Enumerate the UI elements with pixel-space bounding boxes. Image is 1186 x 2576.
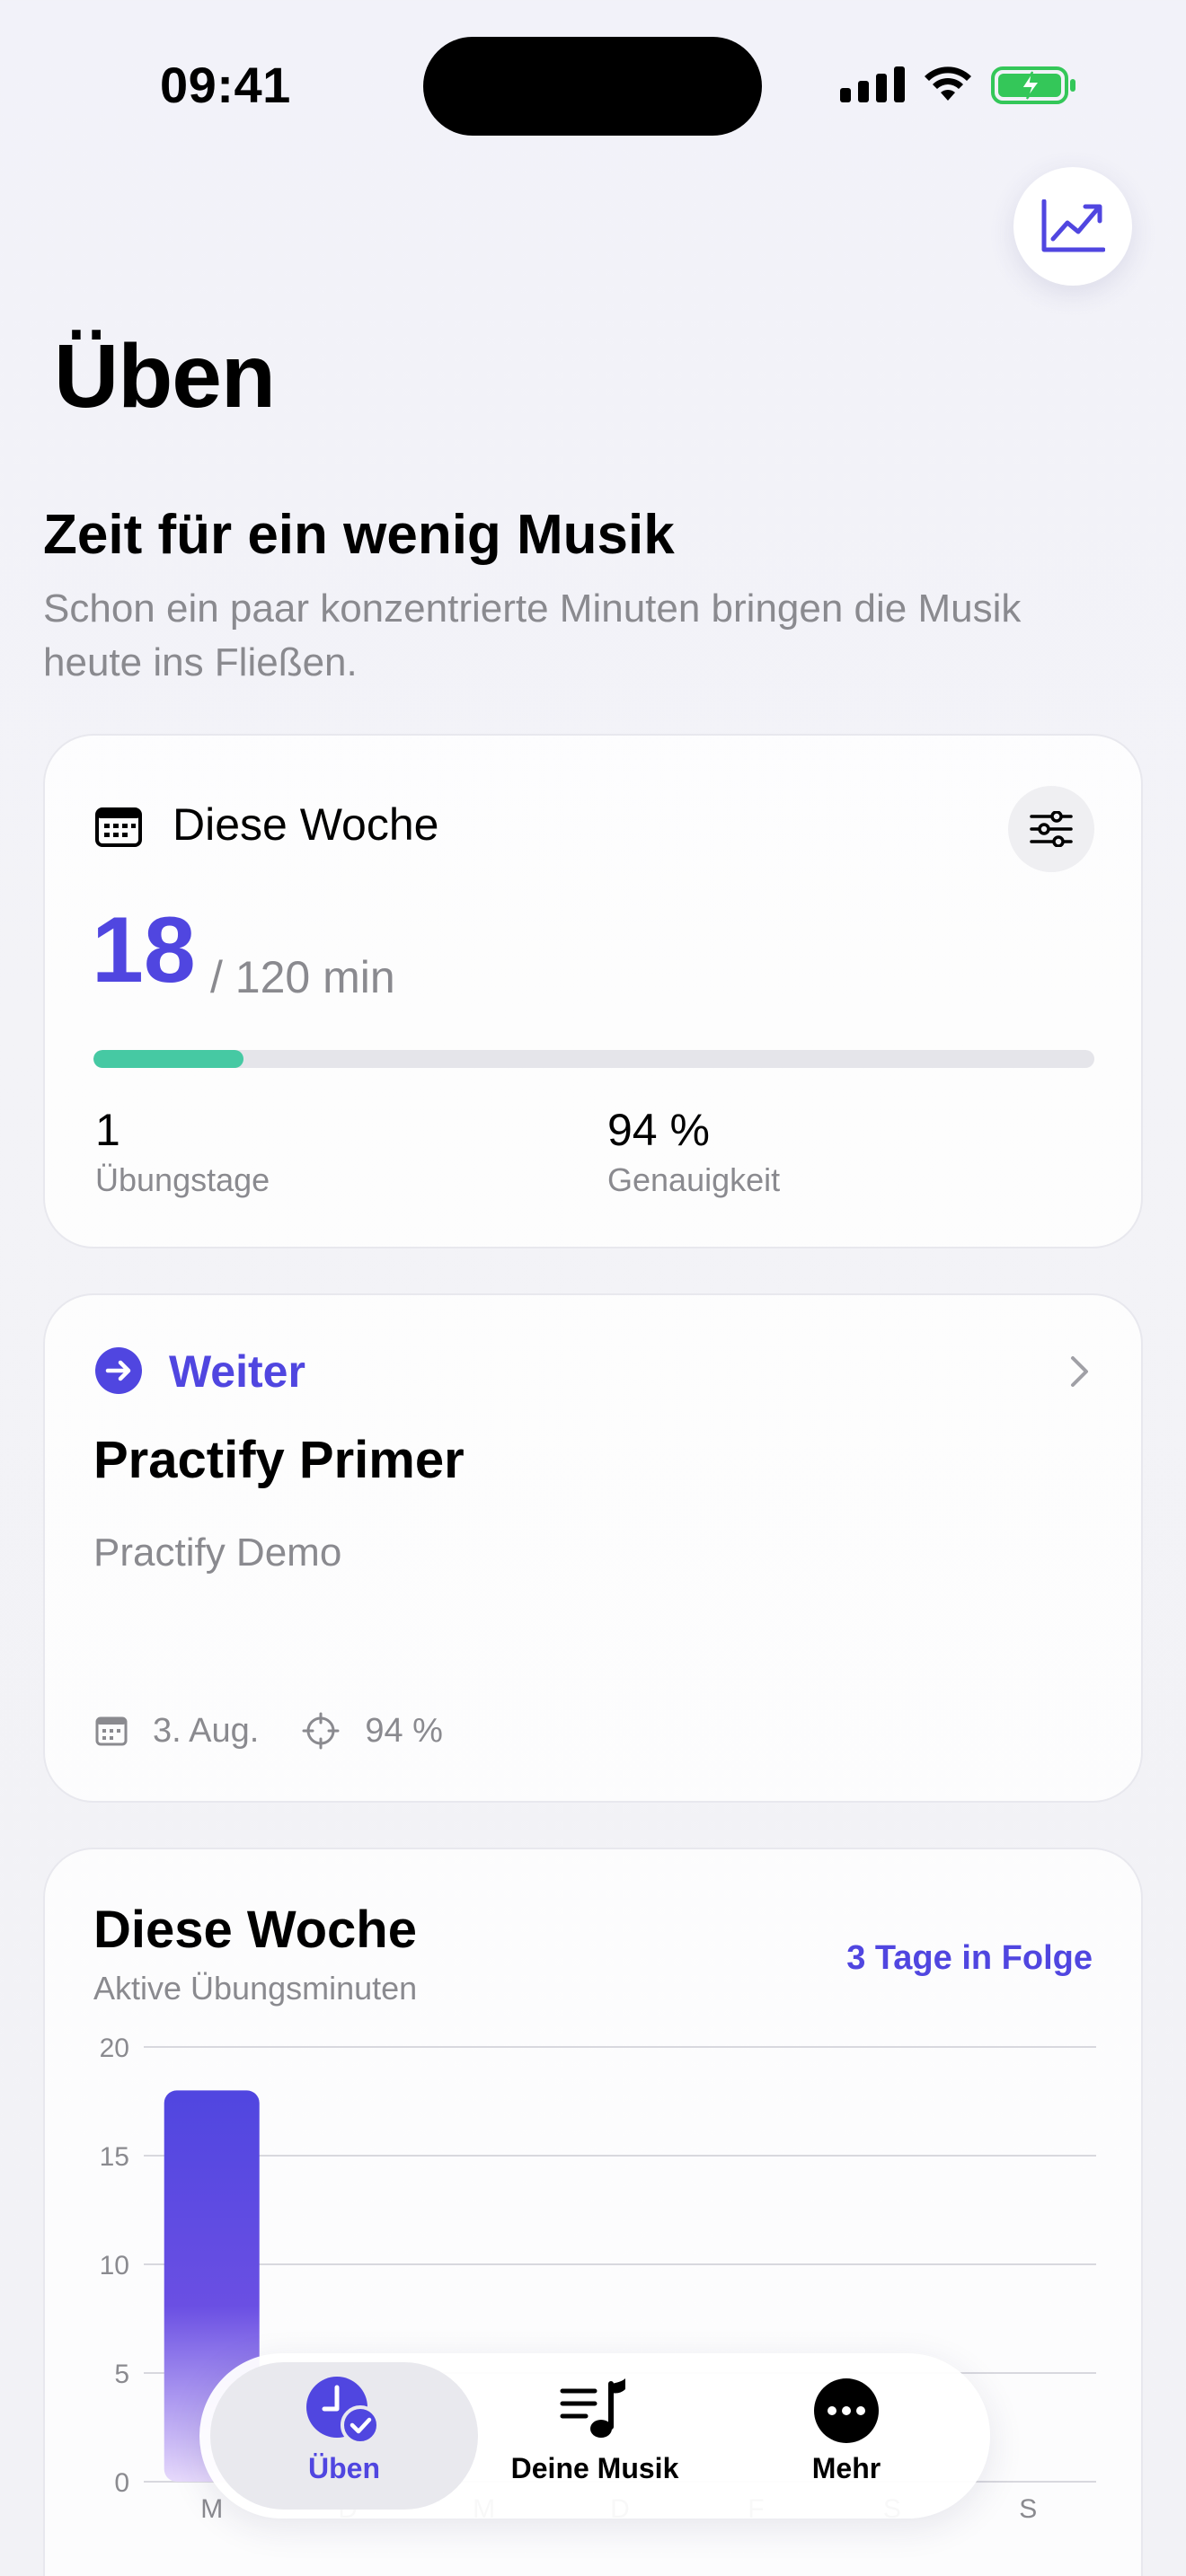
dynamic-island xyxy=(423,37,762,136)
statistics-button[interactable] xyxy=(1013,167,1132,286)
chevron-right-icon xyxy=(1071,1356,1088,1387)
hero-title: Zeit für ein wenig Musik xyxy=(43,504,675,566)
tab-more[interactable]: Mehr xyxy=(739,2362,954,2510)
wifi-icon xyxy=(925,66,971,101)
y-tick-label: 20 xyxy=(100,2033,129,2063)
calendar-icon xyxy=(95,807,142,847)
piece-meta: 3. Aug. 94 % xyxy=(95,1708,443,1753)
continue-card[interactable]: Weiter Practify Primer Practify Demo 3. … xyxy=(43,1293,1143,1803)
page-title: Üben xyxy=(54,326,276,427)
y-tick-label: 0 xyxy=(114,2468,129,2498)
sliders-icon xyxy=(1030,811,1073,847)
hero-subtitle: Schon ein paar konzentrierte Minuten bri… xyxy=(43,582,1121,690)
calendar-icon xyxy=(95,1716,128,1746)
status-time: 09:41 xyxy=(160,57,291,113)
tab-label: Mehr xyxy=(811,2452,881,2484)
practice-clock-check-icon xyxy=(306,2377,380,2445)
practice-days-value: 1 xyxy=(95,1105,120,1155)
last-practice-date: 3. Aug. xyxy=(153,1711,260,1750)
tab-practice[interactable]: Üben xyxy=(210,2362,478,2510)
chart-trend-icon xyxy=(1041,199,1105,252)
y-tick-label: 5 xyxy=(114,2360,129,2389)
battery-charging-icon xyxy=(991,66,1075,104)
status-icons xyxy=(840,63,1078,108)
piece-accuracy: 94 % xyxy=(365,1711,443,1750)
week-card-title: Diese Woche xyxy=(173,799,439,850)
minutes-practiced: 18 xyxy=(92,898,196,1002)
hero-subtitle-line: Schon ein paar konzentrierte Minuten bri… xyxy=(43,587,1022,631)
arrow-right-circle-icon xyxy=(95,1347,142,1394)
x-tick-label: M xyxy=(200,2494,223,2524)
accuracy-value: 94 % xyxy=(607,1105,710,1155)
tab-bar: Üben Deine Musik Mehr xyxy=(199,2353,990,2519)
x-tick-label: S xyxy=(1019,2494,1037,2524)
y-tick-label: 10 xyxy=(100,2251,129,2280)
minutes-goal: / 120 min xyxy=(210,952,395,1002)
tab-label: Üben xyxy=(308,2452,380,2484)
tab-label: Deine Musik xyxy=(510,2452,679,2484)
piece-subtitle: Practify Demo xyxy=(93,1531,342,1575)
piece-title: Practify Primer xyxy=(93,1431,465,1489)
goal-settings-button[interactable] xyxy=(1008,786,1094,872)
more-ellipsis-icon xyxy=(814,2378,879,2443)
tab-your-music[interactable]: Deine Musik xyxy=(487,2362,703,2510)
weekly-goal-card[interactable]: Diese Woche 18 / 120 min 1 Übungstage 94… xyxy=(43,734,1143,1248)
weekly-progress-fill xyxy=(93,1050,244,1068)
y-tick-label: 15 xyxy=(100,2142,129,2172)
practice-days-label: Übungstage xyxy=(95,1161,270,1198)
music-list-icon xyxy=(560,2378,625,2438)
target-icon xyxy=(302,1712,340,1750)
continue-label: Weiter xyxy=(169,1346,305,1397)
accuracy-label: Genauigkeit xyxy=(607,1161,781,1198)
weekly-progress-bar xyxy=(93,1050,1094,1068)
hero-subtitle-line: heute ins Fließen. xyxy=(43,640,358,684)
